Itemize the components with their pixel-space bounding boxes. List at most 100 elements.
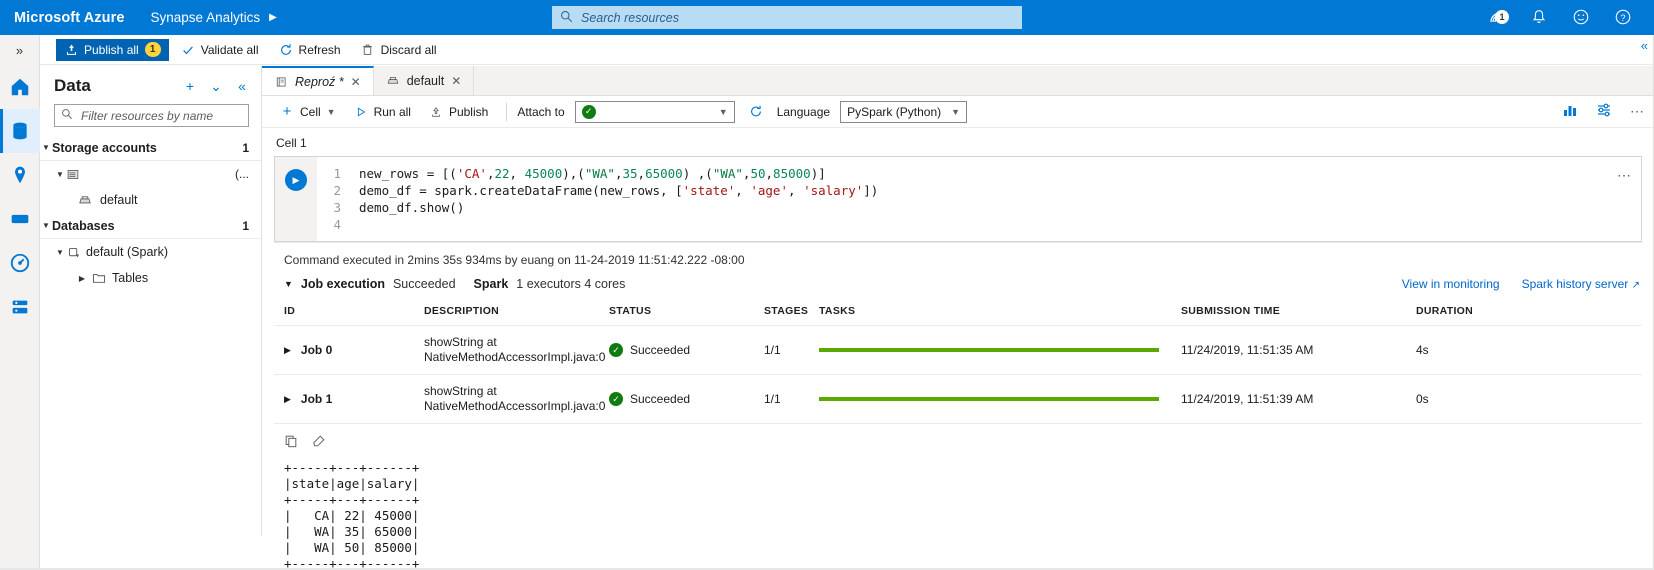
validate-all-label: Validate all	[201, 43, 259, 57]
cell-more-options-icon[interactable]: ⋯	[1617, 167, 1631, 184]
tree-item-tables[interactable]: ▶ Tables	[40, 265, 261, 291]
tree-item-label: default (Spark)	[86, 245, 249, 259]
rail-item-manage[interactable]	[0, 285, 40, 329]
expand-triangle-icon: ▼	[54, 248, 66, 257]
view-in-monitoring-link[interactable]: View in monitoring	[1402, 277, 1500, 291]
rail-item-data[interactable]	[0, 109, 40, 153]
success-check-icon: ✓	[609, 343, 623, 357]
service-name: Synapse Analytics	[151, 10, 261, 25]
global-search[interactable]	[552, 6, 1022, 29]
job-execution-label: Job execution	[301, 277, 385, 291]
filter-resources-input[interactable]	[79, 108, 242, 124]
close-icon[interactable]: ✕	[351, 75, 361, 89]
data-panel-title: Data	[54, 76, 173, 96]
jobs-table: ID DESCRIPTION STATUS STAGES TASKS SUBMI…	[274, 299, 1642, 424]
line-number: 4	[317, 216, 359, 233]
language-label: Language	[777, 105, 830, 119]
chevron-down-icon: ▼	[951, 107, 960, 117]
collapse-triangle-icon[interactable]: ▶	[284, 345, 291, 356]
add-resource-icon[interactable]: +	[181, 78, 199, 94]
run-cell-button[interactable]: ▶	[285, 169, 307, 191]
run-all-label: Run all	[374, 105, 411, 119]
copy-icon[interactable]	[284, 434, 298, 448]
line-number: 1	[317, 165, 359, 182]
tree-item-storage-account[interactable]: ▼ (...	[40, 161, 261, 187]
language-dropdown[interactable]: PySpark (Python) ▼	[840, 101, 967, 123]
discard-all-label: Discard all	[381, 43, 437, 57]
status-label: Succeeded	[630, 343, 690, 357]
announcements-icon[interactable]: 1	[1488, 8, 1508, 28]
cell-code-editor[interactable]: 1 new_rows = [('CA',22, 45000),("WA",35,…	[317, 157, 1641, 241]
more-options-icon[interactable]: ⋯	[1630, 103, 1644, 120]
play-icon	[354, 105, 368, 119]
search-input[interactable]	[579, 10, 1014, 26]
cell-description: showString at NativeMethodAccessorImpl.j…	[424, 326, 609, 375]
notifications-bell-icon[interactable]	[1530, 8, 1550, 28]
tab-notebook[interactable]: Reproź * ✕	[262, 66, 374, 95]
tree-item-default-filesystem[interactable]: default	[40, 187, 261, 213]
cell-id: ▶ Job 0	[274, 326, 424, 375]
rail-expand-icon[interactable]: »	[0, 35, 40, 65]
expand-triangle-icon: ▼	[40, 221, 52, 230]
main-content-area: Reproź * ✕ default ✕ + Cell ▼ Run	[262, 66, 1654, 536]
cell-run-gutter: ▶	[275, 157, 317, 241]
tree-group-storage-accounts[interactable]: ▼ Storage accounts 1	[40, 135, 261, 161]
spark-label: Spark	[474, 277, 509, 291]
workspace-command-bar: Publish all 1 Validate all Refresh Disca…	[40, 35, 1654, 65]
cell-submission-time: 11/24/2019, 11:51:35 AM	[1181, 326, 1416, 375]
rail-item-develop[interactable]	[0, 153, 40, 197]
add-cell-button[interactable]: + Cell ▼	[272, 101, 344, 123]
notebook-toolbar-right: ⋯	[1562, 102, 1644, 121]
refresh-button[interactable]: Refresh	[271, 39, 349, 61]
publish-label: Publish	[449, 105, 488, 119]
feedback-smiley-icon[interactable]	[1572, 8, 1592, 28]
run-all-button[interactable]: Run all	[346, 101, 419, 123]
cell-submission-time: 11/24/2019, 11:51:39 AM	[1181, 375, 1416, 424]
azure-brand-logo[interactable]: Microsoft Azure	[0, 10, 125, 26]
table-row[interactable]: ▶ Job 1 showString at NativeMethodAccess…	[274, 375, 1642, 424]
job-execution-header: ▼ Job execution Succeeded Spark 1 execut…	[274, 275, 1642, 299]
publish-all-button[interactable]: Publish all 1	[56, 39, 169, 61]
collapse-triangle-icon[interactable]: ▶	[284, 394, 291, 405]
line-number: 3	[317, 199, 359, 216]
col-tasks: TASKS	[819, 299, 1181, 326]
data-panel-header: Data + ⌄ «	[40, 66, 261, 102]
publish-all-label: Publish all	[84, 43, 139, 57]
tree-item-default-spark-db[interactable]: ▼ default (Spark)	[40, 239, 261, 265]
output-toolbar	[274, 424, 1642, 452]
left-navigation-rail: »	[0, 35, 40, 570]
validate-all-button[interactable]: Validate all	[173, 39, 267, 61]
filesystem-icon	[386, 74, 400, 88]
filter-resources-field[interactable]	[54, 104, 249, 127]
session-refresh-icon[interactable]	[749, 105, 763, 119]
status-badge: ✓ Succeeded	[609, 392, 764, 406]
service-breadcrumb[interactable]: Synapse Analytics ▶	[151, 10, 277, 25]
publish-button[interactable]: Publish	[421, 101, 496, 123]
tree-item-label: Tables	[112, 271, 249, 285]
discard-all-button[interactable]: Discard all	[353, 39, 445, 61]
cell-status: ✓ Succeeded	[609, 326, 764, 375]
spark-history-server-link-wrap[interactable]: Spark history server ↗	[1522, 277, 1640, 291]
table-row[interactable]: ▶ Job 0 showString at NativeMethodAccess…	[274, 326, 1642, 375]
expand-triangle-icon[interactable]: ▼	[284, 279, 293, 289]
collapse-panel-icon[interactable]: «	[233, 78, 251, 94]
attach-to-dropdown[interactable]: ✓ ▼	[575, 101, 735, 123]
rail-item-home[interactable]	[0, 65, 40, 109]
code-line: 4	[317, 216, 1641, 233]
job-id-label: Job 1	[301, 392, 332, 406]
cell-stages: 1/1	[764, 326, 819, 375]
rail-item-integrate[interactable]	[0, 197, 40, 241]
help-icon[interactable]: ?	[1614, 8, 1634, 28]
right-panel-collapse-icon[interactable]: «	[1641, 38, 1648, 53]
tasks-progress-bar	[819, 348, 1159, 352]
tree-group-databases[interactable]: ▼ Databases 1	[40, 213, 261, 239]
variables-icon[interactable]	[1562, 102, 1578, 121]
close-icon[interactable]: ✕	[451, 74, 461, 88]
language-value: PySpark (Python)	[847, 105, 941, 119]
more-actions-icon[interactable]: ⌄	[207, 78, 225, 95]
tab-default-pool[interactable]: default ✕	[374, 66, 475, 95]
rail-item-monitor[interactable]	[0, 241, 40, 285]
job-id-label: Job 0	[301, 343, 332, 357]
settings-icon[interactable]	[1596, 102, 1612, 121]
clear-output-icon[interactable]	[312, 434, 326, 448]
